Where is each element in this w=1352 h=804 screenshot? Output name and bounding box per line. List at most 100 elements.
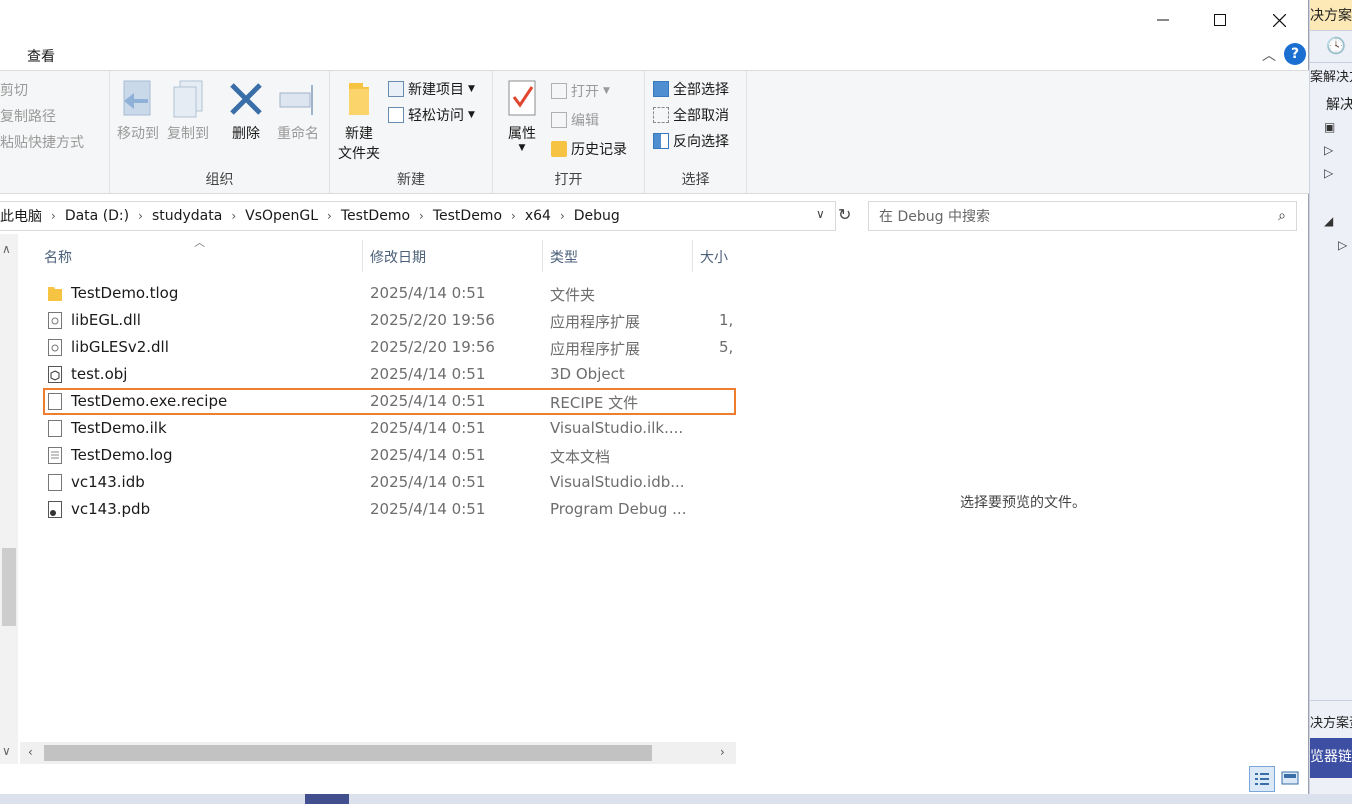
invert-selection-button[interactable]: 反向选择 <box>653 131 729 151</box>
background-app-tab[interactable]: 览器链接 <box>1310 738 1352 778</box>
column-date[interactable]: 修改日期 <box>370 247 426 267</box>
scroll-up-icon[interactable]: ∧ <box>2 242 11 256</box>
properties-button[interactable]: 属性 ▼ <box>501 79 543 153</box>
folder-icon <box>349 83 369 115</box>
breadcrumb-vsopengl[interactable]: VsOpenGL <box>238 208 325 224</box>
file-icon <box>48 474 62 491</box>
file-row-highlighted[interactable]: TestDemo.exe.recipe 2025/4/14 0:51 RECIP… <box>43 388 736 415</box>
breadcrumb-this-pc[interactable]: 此电脑 <box>0 206 49 226</box>
file-row[interactable]: libGLESv2.dll 2025/2/20 19:56 应用程序扩展 5, <box>20 334 736 361</box>
select-none-icon <box>653 107 669 123</box>
new-item-icon <box>388 81 404 97</box>
large-icons-view-button[interactable] <box>1280 768 1300 788</box>
scroll-down-icon[interactable]: ∨ <box>2 744 11 758</box>
details-view-button[interactable] <box>1249 766 1275 792</box>
file-row[interactable]: vc143.idb 2025/4/14 0:51 VisualStudio.id… <box>20 469 736 496</box>
paste-shortcut-button[interactable]: 粘贴快捷方式 <box>0 132 84 152</box>
ribbon-tabs: 查看 ︿ <box>0 40 1309 70</box>
details-view-icon <box>1255 773 1269 785</box>
status-bar <box>0 766 1309 794</box>
column-type[interactable]: 类型 <box>550 247 578 267</box>
open-icon <box>551 83 567 99</box>
breadcrumb-drive[interactable]: Data (D:) <box>58 208 136 224</box>
ribbon-group-open: 属性 ▼ 打开 ▼ 编辑 历史记录 打开 <box>493 71 645 193</box>
refresh-icon[interactable]: ↻ <box>838 205 851 224</box>
title-bar <box>0 0 1309 40</box>
expand-arrow-icon[interactable]: ▷ <box>1324 166 1333 180</box>
background-app-panel: 决方案资 🕓 案解决方 解决 ▣ ▷ ▷ ◢ ▷ 决方案资 览器链接 <box>1309 0 1352 804</box>
properties-icon <box>508 80 536 116</box>
navigation-pane-scrollbar[interactable]: ∧ ∨ <box>0 234 18 764</box>
scrollbar-thumb[interactable] <box>2 548 16 626</box>
horizontal-scrollbar[interactable]: ‹ › <box>20 742 736 764</box>
collapse-ribbon-icon[interactable]: ︿ <box>1262 45 1276 65</box>
sort-ascending-icon: ︿ <box>194 236 205 249</box>
move-to-button[interactable]: 移动到 <box>115 79 161 143</box>
select-none-button[interactable]: 全部取消 <box>653 105 729 125</box>
scroll-right-icon[interactable]: › <box>720 745 725 759</box>
expand-arrow-icon[interactable]: ▷ <box>1324 143 1333 157</box>
minimize-button[interactable] <box>1134 0 1192 40</box>
background-app-title: 决方案资 <box>1310 0 1352 30</box>
maximize-button[interactable] <box>1191 0 1249 40</box>
help-button[interactable]: ? <box>1284 43 1306 65</box>
close-button[interactable] <box>1250 0 1308 40</box>
breadcrumb-x64[interactable]: x64 <box>518 208 558 224</box>
pdb-file-icon <box>48 501 62 518</box>
column-name[interactable]: 名称 <box>44 247 72 267</box>
new-item-button[interactable]: 新建项目 ▼ <box>388 79 475 99</box>
invert-selection-icon <box>653 133 669 149</box>
easy-access-button[interactable]: 轻松访问 ▼ <box>388 105 475 125</box>
folder-icon <box>48 287 62 301</box>
maximize-icon <box>1214 14 1226 26</box>
rename-icon <box>279 85 313 115</box>
tab-view[interactable]: 查看 <box>27 46 55 66</box>
history-button[interactable]: 历史记录 <box>551 139 627 159</box>
address-bar[interactable]: 此电脑 › Data (D:) › studydata › VsOpenGL › Tes… <box>0 201 836 231</box>
ribbon: 剪切 复制路径 粘贴快捷方式 移动到 复制到 删除 重命名 组织 新建 文件夹 … <box>0 70 1309 194</box>
copy-to-button[interactable]: 复制到 <box>165 79 211 143</box>
file-row[interactable]: vc143.pdb 2025/4/14 0:51 Program Debug .… <box>20 496 736 523</box>
copy-path-button[interactable]: 复制路径 <box>0 106 56 126</box>
edit-button[interactable]: 编辑 <box>551 110 599 130</box>
file-row[interactable]: TestDemo.ilk 2025/4/14 0:51 VisualStudio… <box>20 415 736 442</box>
address-history-dropdown-icon[interactable]: ∨ <box>816 207 825 221</box>
history-icon <box>551 141 567 157</box>
ribbon-group-clipboard: 剪切 复制路径 粘贴快捷方式 <box>0 71 110 193</box>
select-all-button[interactable]: 全部选择 <box>653 79 729 99</box>
ribbon-group-label: 组织 <box>205 172 234 188</box>
breadcrumb-studydata[interactable]: studydata <box>145 208 229 224</box>
edit-icon <box>551 112 567 128</box>
preview-pane: 选择要预览的文件。 <box>737 234 1309 766</box>
cut-button[interactable]: 剪切 <box>0 80 28 100</box>
copy-to-icon <box>173 80 203 118</box>
ribbon-group-organize: 移动到 复制到 删除 重命名 组织 <box>110 71 330 193</box>
collapse-arrow-icon[interactable]: ◢ <box>1324 214 1333 228</box>
select-all-icon <box>653 81 669 97</box>
breadcrumb-testdemo[interactable]: TestDemo <box>334 208 417 224</box>
file-icon <box>48 420 62 437</box>
expand-arrow-icon[interactable]: ▷ <box>1338 238 1347 252</box>
breadcrumb-debug[interactable]: Debug <box>567 208 627 224</box>
clock-icon[interactable]: 🕓 <box>1326 36 1346 55</box>
file-row[interactable]: libEGL.dll 2025/2/20 19:56 应用程序扩展 1, <box>20 307 736 334</box>
rename-button[interactable]: 重命名 <box>272 79 324 143</box>
file-row[interactable]: test.obj 2025/4/14 0:51 3D Object <box>20 361 736 388</box>
delete-button[interactable]: 删除 <box>224 79 268 143</box>
column-size[interactable]: 大小 <box>700 247 728 267</box>
new-folder-button[interactable]: 新建 文件夹 <box>335 79 383 163</box>
search-input[interactable]: 在 Debug 中搜索 ⌕ <box>868 201 1297 231</box>
breadcrumb-testdemo-sub[interactable]: TestDemo <box>426 208 509 224</box>
file-row[interactable]: TestDemo.tlog 2025/4/14 0:51 文件夹 <box>20 280 736 307</box>
close-icon <box>1272 13 1286 27</box>
file-list: ︿ 名称 修改日期 类型 大小 TestDemo.tlog 2025/4/14 … <box>20 234 736 766</box>
large-icons-view-icon <box>1281 771 1299 785</box>
delete-icon <box>230 83 262 115</box>
open-button[interactable]: 打开 ▼ <box>551 81 610 101</box>
project-icon: ▣ <box>1324 120 1336 134</box>
scrollbar-thumb[interactable] <box>44 745 652 761</box>
dll-icon <box>48 312 62 329</box>
easy-access-icon <box>388 107 404 123</box>
scroll-left-icon[interactable]: ‹ <box>28 745 33 759</box>
file-row[interactable]: TestDemo.log 2025/4/14 0:51 文本文档 <box>20 442 736 469</box>
